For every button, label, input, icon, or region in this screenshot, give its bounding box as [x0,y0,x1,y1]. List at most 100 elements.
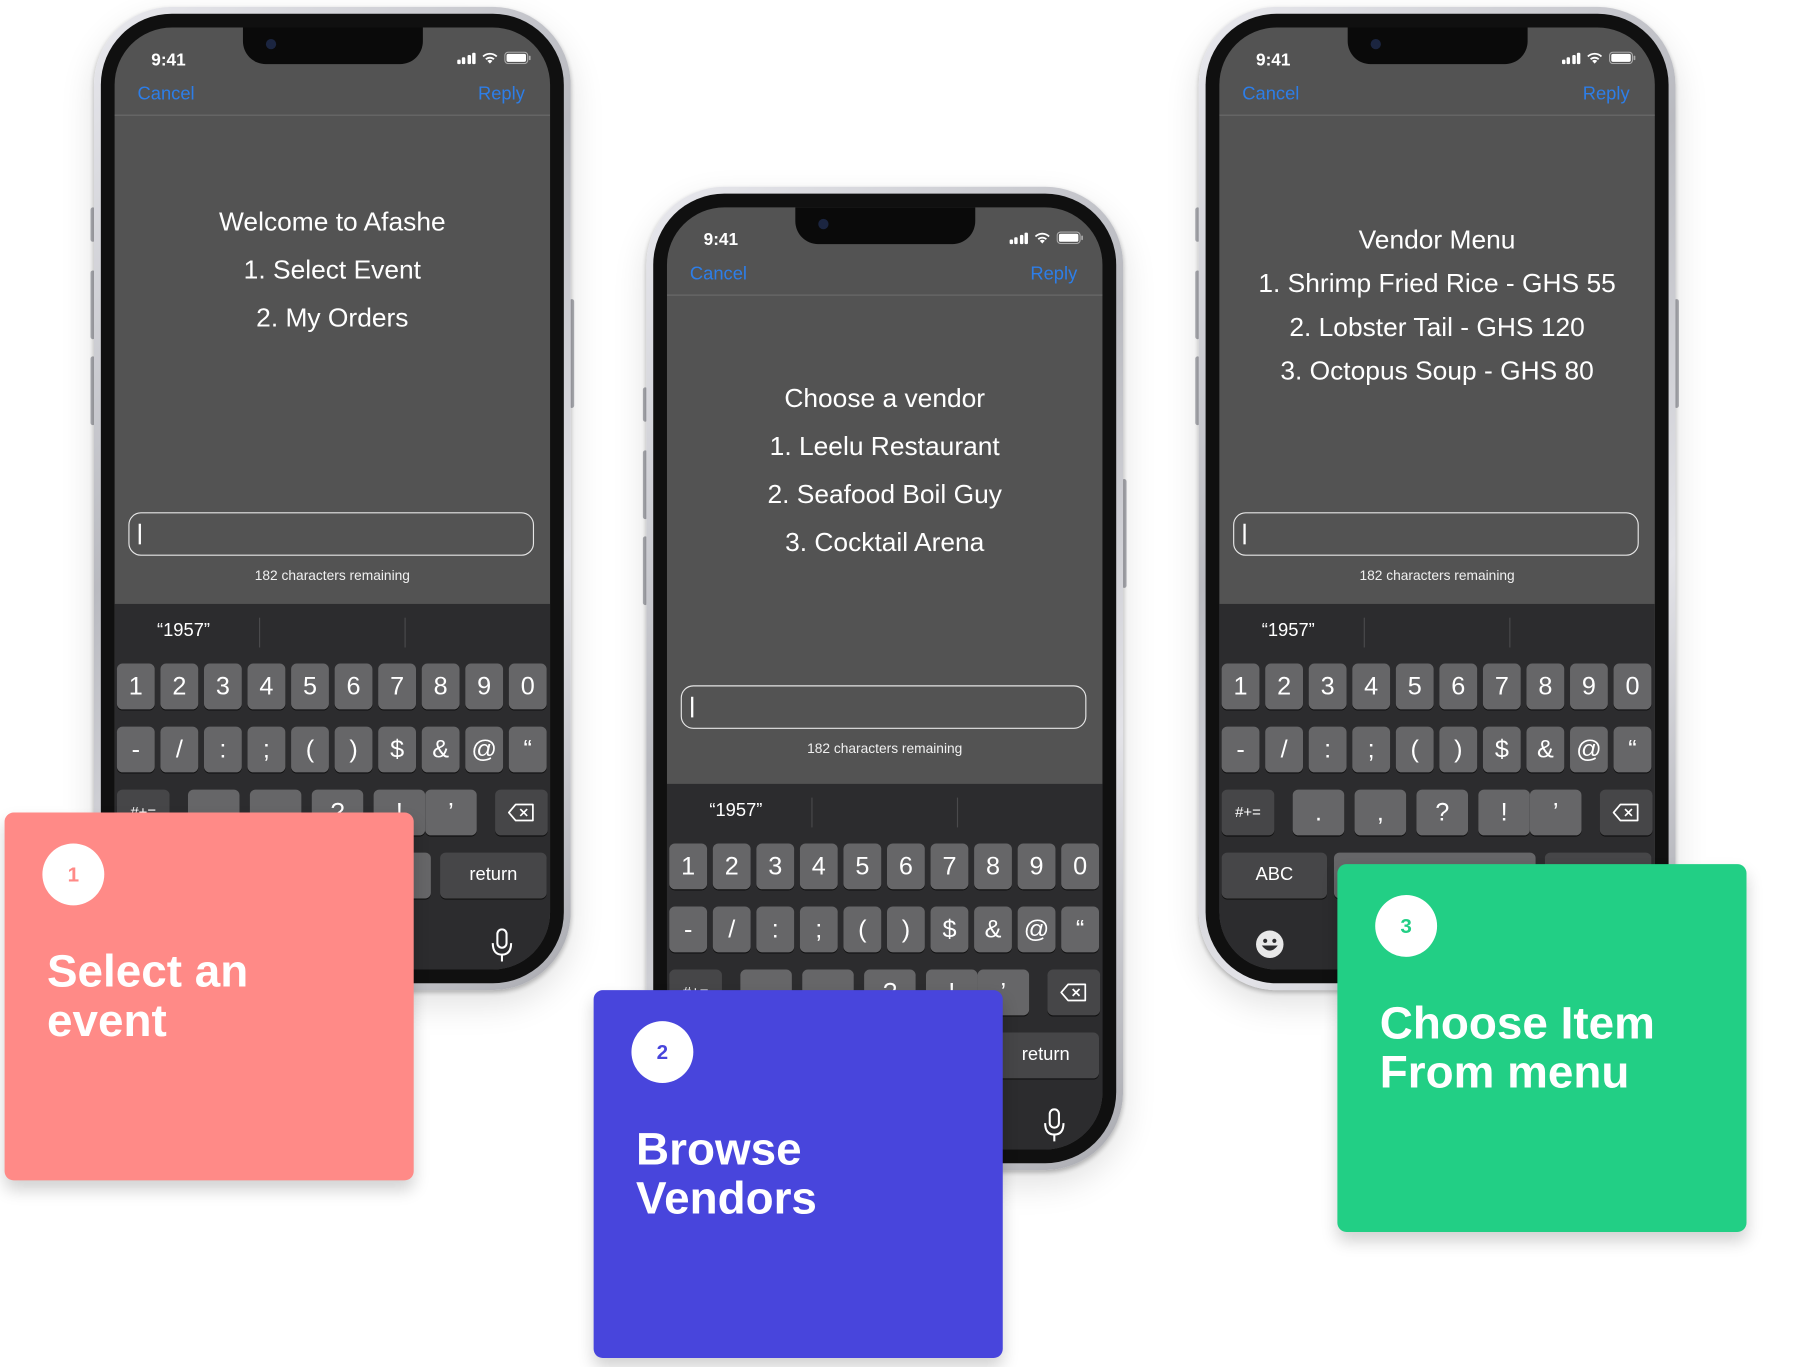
key[interactable]: 0 [508,663,547,710]
symbols-key[interactable]: #+= [1221,789,1275,836]
key[interactable]: $ [1482,726,1521,773]
key[interactable]: ; [1352,726,1391,773]
message-line: 2. Lobster Tail - GHS 120 [1289,311,1585,342]
suggestion-item[interactable]: “1957” [157,621,210,642]
step-title: Choose Item From menu [1379,998,1655,1098]
key[interactable]: 5 [1395,663,1434,710]
key[interactable]: : [1308,726,1347,773]
key[interactable]: 7 [1482,663,1521,710]
key[interactable]: ? [1416,789,1469,836]
status-time: 9:41 [151,50,186,70]
key[interactable]: / [712,906,751,953]
key[interactable]: @ [1570,726,1608,773]
key[interactable]: ! [1478,789,1530,836]
key[interactable]: 8 [1526,663,1565,710]
status-time: 9:41 [703,230,739,250]
message-line: 1. Shrimp Fried Rice - GHS 55 [1258,268,1616,298]
key[interactable]: - [669,906,708,953]
key[interactable]: 1 [1221,663,1260,710]
key[interactable]: 4 [247,663,286,710]
key[interactable]: 4 [799,843,838,890]
key[interactable]: 1 [669,843,708,890]
reply-input[interactable] [128,512,535,556]
step-card-2: 2 Browse Vendors [593,990,1003,1359]
reply-input[interactable] [1233,512,1639,556]
reply-button[interactable]: Reply [1030,265,1077,286]
key[interactable]: - [1221,726,1260,773]
microphone-icon[interactable] [1043,1108,1066,1142]
reply-button[interactable]: Reply [1583,85,1630,106]
abc-key[interactable]: ABC [1221,852,1328,899]
key[interactable]: : [756,906,795,953]
wifi-icon [1586,52,1603,65]
key[interactable]: , [1354,789,1407,836]
key[interactable]: : [203,726,242,773]
key[interactable]: 6 [334,663,373,710]
notch [1347,27,1528,65]
key[interactable]: 7 [930,843,969,890]
key[interactable]: 5 [291,663,329,710]
cancel-button[interactable]: Cancel [138,85,195,106]
key[interactable]: 3 [203,663,242,710]
key[interactable]: 9 [1017,843,1056,890]
key[interactable]: 3 [756,843,795,890]
key[interactable]: “ [1061,906,1100,953]
key[interactable]: “ [1613,726,1652,773]
key[interactable]: ( [291,726,329,773]
backspace-key[interactable] [1047,969,1101,1016]
backspace-key[interactable] [1599,789,1653,836]
reply-button[interactable]: Reply [478,85,525,106]
key[interactable]: 4 [1352,663,1391,710]
key[interactable]: 0 [1061,843,1100,890]
key[interactable]: & [1526,726,1565,773]
key[interactable]: 8 [421,663,460,710]
key[interactable]: 8 [974,843,1012,890]
suggestion-item[interactable]: “1957” [709,801,762,822]
key[interactable]: “ [508,726,547,773]
key[interactable]: 9 [465,663,504,710]
key[interactable]: 6 [887,843,925,890]
key[interactable]: 7 [378,663,416,710]
key[interactable]: ) [334,726,373,773]
key[interactable]: ’ [425,789,477,836]
key[interactable]: ) [1439,726,1478,773]
cancel-button[interactable]: Cancel [690,265,747,286]
key[interactable]: . [1292,789,1345,836]
message-line: 2. Seafood Boil Guy [767,479,1002,509]
key[interactable]: ’ [1529,789,1582,836]
cancel-button[interactable]: Cancel [1242,85,1299,106]
key[interactable]: 1 [116,663,155,710]
key[interactable]: ( [1395,726,1434,773]
key[interactable]: 2 [712,843,751,890]
key[interactable]: 0 [1613,663,1652,710]
message-line: 1. Select Event [243,254,421,285]
key[interactable]: 6 [1439,663,1478,710]
microphone-icon[interactable] [490,928,513,962]
key[interactable]: $ [930,906,969,953]
key[interactable]: ( [843,906,882,953]
key[interactable]: & [974,906,1012,953]
nav-bar: Cancel Reply [666,262,1103,296]
key[interactable]: ; [799,906,838,953]
key[interactable]: 3 [1308,663,1347,710]
key[interactable]: $ [378,726,416,773]
return-key[interactable]: return [440,852,547,899]
key[interactable]: 5 [843,843,882,890]
key[interactable]: @ [465,726,504,773]
ussd-message: Choose a vendor 1. Leelu Restaurant 2. S… [667,374,1102,567]
key[interactable]: - [116,726,155,773]
backspace-key[interactable] [495,789,548,836]
key[interactable]: 2 [1265,663,1304,710]
key[interactable]: 9 [1570,663,1608,710]
return-key[interactable]: return [992,1032,1100,1079]
suggestion-item[interactable]: “1957” [1262,621,1315,642]
key[interactable]: ) [887,906,925,953]
reply-input[interactable] [680,685,1087,729]
key[interactable]: @ [1017,906,1056,953]
key[interactable]: / [1265,726,1304,773]
key[interactable]: / [160,726,199,773]
key[interactable]: 2 [160,663,199,710]
key[interactable]: & [421,726,460,773]
key[interactable]: ; [247,726,286,773]
emoji-icon[interactable] [1254,928,1286,960]
